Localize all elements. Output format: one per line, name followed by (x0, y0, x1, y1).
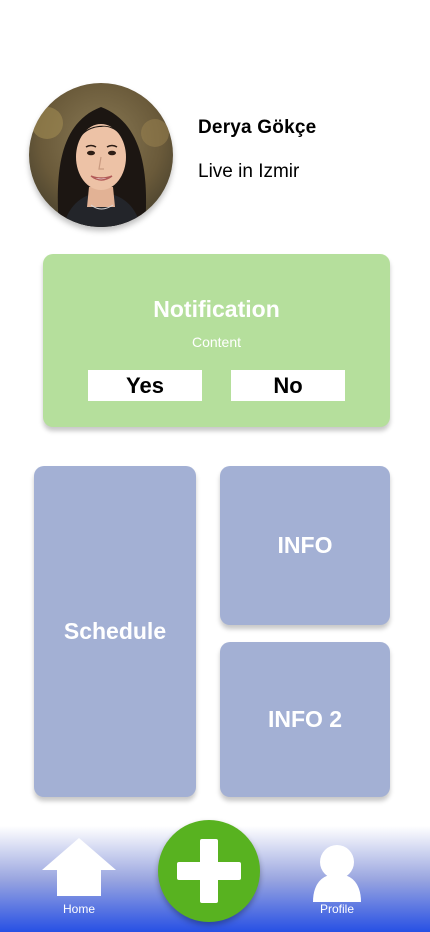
profile-photo (29, 83, 173, 227)
user-location: Live in Izmir (198, 161, 300, 182)
info-label: INFO (277, 532, 333, 558)
no-button[interactable]: No (231, 370, 345, 401)
home-label: Home (62, 902, 95, 916)
add-button[interactable] (158, 820, 260, 922)
notification-card: Notification Content Yes No (43, 254, 390, 427)
profile-label: Profile (319, 902, 354, 916)
notification-content: Content (191, 334, 242, 350)
plus-icon (177, 839, 241, 903)
info-tile[interactable]: INFO (220, 466, 390, 625)
schedule-tile[interactable]: Schedule (34, 466, 196, 797)
nav-profile[interactable]: Profile (308, 844, 366, 922)
yes-button[interactable]: Yes (88, 370, 202, 401)
info-2-tile[interactable]: INFO 2 (220, 642, 390, 797)
schedule-label: Schedule (63, 618, 167, 644)
user-icon (313, 845, 361, 902)
nav-home[interactable]: Home (42, 838, 116, 920)
home-icon (42, 838, 116, 896)
notification-title: Notification (153, 296, 280, 322)
user-name: Derya Gökçe (198, 117, 317, 138)
info-2-label: INFO 2 (267, 706, 343, 732)
avatar[interactable] (29, 83, 173, 227)
bottom-nav: Home Profile (0, 820, 430, 932)
